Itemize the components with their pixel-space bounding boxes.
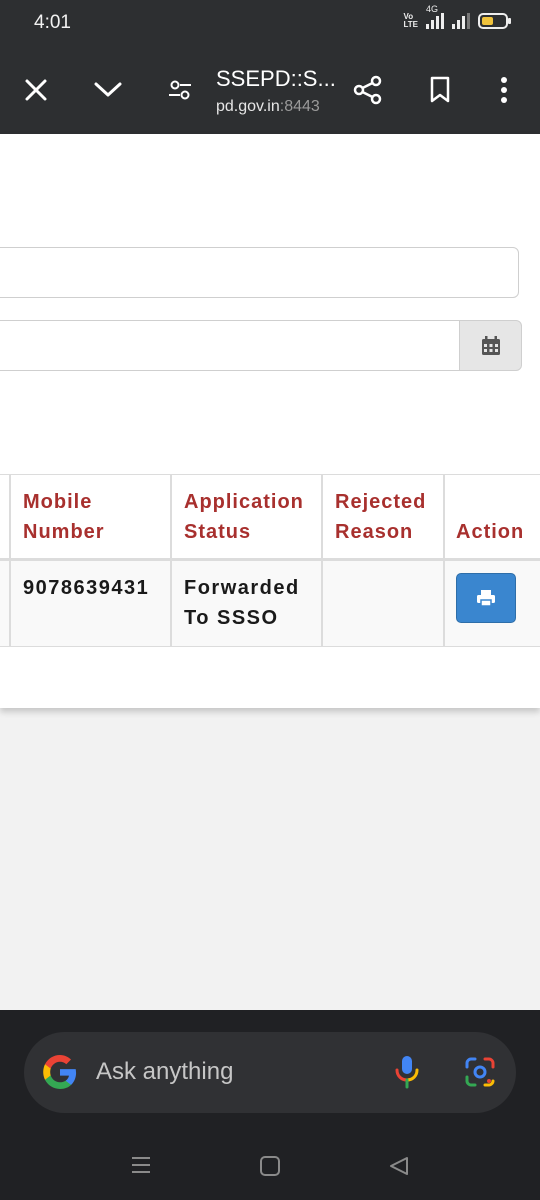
volte-icon: Vo LTE <box>403 12 418 29</box>
table-row: 9078639431 Forwarded To SSSO <box>0 561 540 647</box>
home-icon[interactable] <box>259 1155 281 1177</box>
header-mobile-number: Mobile Number <box>23 491 105 543</box>
browser-toolbar: SSEPD::S... pd.gov.in:8443 <box>0 46 540 134</box>
signal-icon <box>452 13 470 29</box>
chevron-down-icon[interactable] <box>90 72 126 108</box>
content-card: Mobile Number Application Status Rejected R… <box>0 134 540 708</box>
url-port: :8443 <box>279 98 320 115</box>
system-nav-bar <box>0 1145 540 1200</box>
calendar-button[interactable] <box>459 320 522 371</box>
page-url[interactable]: pd.gov.in:8443 <box>216 98 320 116</box>
text-input[interactable] <box>0 247 519 298</box>
url-host: pd.gov.in <box>216 98 280 115</box>
cell-mobile-number: 9078639431 <box>23 577 150 599</box>
mic-icon[interactable] <box>394 1054 420 1090</box>
status-time: 4:01 <box>34 12 71 33</box>
more-vert-icon[interactable] <box>486 72 522 108</box>
tune-icon[interactable] <box>162 72 198 108</box>
network-signal-icon: 4G <box>426 4 444 29</box>
status-bar: 4:01 Vo LTE 4G <box>0 0 540 46</box>
share-icon[interactable] <box>350 72 386 108</box>
header-action: Action <box>456 521 525 543</box>
close-icon[interactable] <box>18 72 54 108</box>
table-header-row: Mobile Number Application Status Rejected R… <box>0 474 540 561</box>
recent-apps-icon[interactable] <box>130 1155 152 1175</box>
battery-icon <box>478 13 511 29</box>
back-icon[interactable] <box>388 1155 410 1177</box>
page-title[interactable]: SSEPD::S... <box>216 66 336 92</box>
cell-application-status: Forwarded To SSSO <box>184 577 300 629</box>
bookmark-icon[interactable] <box>422 72 458 108</box>
search-placeholder: Ask anything <box>96 1058 234 1085</box>
status-icons: Vo LTE 4G <box>403 4 511 29</box>
search-bar[interactable]: Ask anything <box>24 1032 516 1113</box>
print-button[interactable] <box>456 573 516 623</box>
header-application-status: Application Status <box>184 491 304 543</box>
applications-table: Mobile Number Application Status Rejected R… <box>0 474 540 647</box>
date-input[interactable] <box>0 320 460 371</box>
calendar-icon <box>481 335 500 355</box>
google-logo-icon <box>43 1055 77 1089</box>
header-rejected-reason: Rejected Reason <box>335 491 427 543</box>
print-icon <box>477 590 495 607</box>
bottom-search-panel: Ask anything <box>0 1010 540 1200</box>
lens-icon[interactable] <box>464 1056 496 1088</box>
